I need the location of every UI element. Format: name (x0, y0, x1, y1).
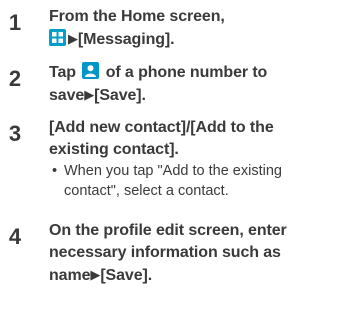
step-line-text: name (49, 267, 91, 284)
note-text: When you tap "Add to the existing (64, 163, 282, 179)
step-line-text: [Save]. (100, 267, 153, 284)
step-line-text: [Messaging]. (77, 31, 175, 48)
bullet: • (52, 163, 58, 179)
step-line: save▶[Save]. (49, 84, 349, 107)
step-number: 3 (8, 121, 22, 146)
step-line: name▶[Save]. (49, 264, 349, 287)
step-line-text: [Save]. (94, 87, 146, 104)
instruction-page: 1 From the Home screen, ▶[Messaging]. 2 … (0, 0, 355, 312)
step-text: Tap of a phone number to save▶[Save]. (49, 62, 349, 107)
step-note: • When you tap "Add to the existing conta… (52, 161, 352, 201)
step-text: [Add new contact]/[Add to the existing c… (49, 117, 349, 161)
step-line: existing contact]. (49, 141, 179, 158)
step-number: 2 (8, 66, 22, 91)
step-number: 4 (8, 224, 22, 249)
step-number: 1 (8, 10, 22, 35)
step-text: On the profile edit screen, enter necess… (49, 220, 349, 287)
step-line-text: Tap (49, 64, 76, 81)
arrow-icon: ▶ (84, 87, 95, 102)
step-line-text: of a phone number to (105, 64, 268, 81)
step-line: [Add new contact]/[Add to the (49, 119, 274, 136)
step-line: necessary information such as (49, 244, 281, 261)
note-line: contact", select a contact. (64, 183, 229, 199)
add-contact-person-icon (82, 62, 100, 79)
apps-grid-icon (49, 29, 66, 46)
arrow-icon: ▶ (68, 31, 78, 46)
step-line: From the Home screen, (49, 8, 225, 25)
note-line: • When you tap "Add to the existing (52, 161, 352, 181)
step-line-text: save (49, 87, 85, 104)
arrow-icon: ▶ (90, 267, 101, 282)
step-line: ▶[Messaging]. (49, 28, 349, 51)
step-text: From the Home screen, ▶[Messaging]. (49, 6, 349, 51)
step-line: On the profile edit screen, enter (49, 222, 287, 239)
step-line: Tap of a phone number to (49, 62, 349, 84)
